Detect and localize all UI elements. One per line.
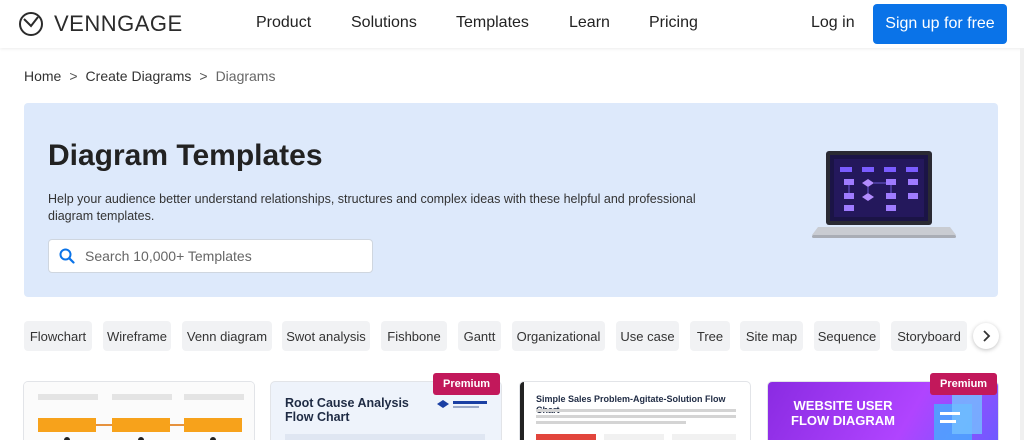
nav-product[interactable]: Product (256, 14, 311, 32)
template-thumbnail (24, 382, 254, 440)
premium-badge: Premium (930, 373, 998, 395)
chip-tree[interactable]: Tree (690, 321, 730, 351)
template-card[interactable] (24, 382, 254, 440)
search-icon (59, 248, 75, 264)
breadcrumb-separator: > (69, 68, 78, 84)
chip-gantt[interactable]: Gantt (458, 321, 501, 351)
search-input[interactable] (85, 248, 345, 264)
breadcrumb: Home > Create Diagrams > Diagrams (24, 68, 275, 84)
page-scrollbar[interactable] (1020, 48, 1024, 440)
premium-badge: Premium (433, 373, 501, 395)
chip-venn-diagram[interactable]: Venn diagram (182, 321, 272, 351)
chip-storyboard[interactable]: Storyboard (891, 321, 967, 351)
template-thumbnail (520, 382, 736, 440)
breadcrumb-create-diagrams[interactable]: Create Diagrams (86, 68, 192, 84)
chip-swot-analysis[interactable]: Swot analysis (282, 321, 370, 351)
chip-wireframe[interactable]: Wireframe (103, 321, 171, 351)
chevron-right-icon (983, 330, 991, 342)
chip-flowchart[interactable]: Flowchart (24, 321, 92, 351)
nav-pricing[interactable]: Pricing (649, 14, 698, 32)
top-nav: VENNGAGE Product Solutions Templates Lea… (0, 0, 1024, 48)
chip-sequence[interactable]: Sequence (814, 321, 880, 351)
nav-templates[interactable]: Templates (456, 14, 529, 32)
login-link[interactable]: Log in (811, 14, 855, 32)
nav-learn[interactable]: Learn (569, 14, 610, 32)
signup-button[interactable]: Sign up for free (873, 4, 1007, 44)
hero-banner: Diagram Templates Help your audience bet… (24, 103, 998, 297)
breadcrumb-separator: > (199, 68, 208, 84)
chip-use-case[interactable]: Use case (616, 321, 679, 351)
page-title: Diagram Templates (48, 139, 323, 172)
chip-site-map[interactable]: Site map (740, 321, 803, 351)
hero-description: Help your audience better understand rel… (48, 192, 696, 223)
laptop-illustration (812, 151, 956, 238)
chip-fishbone[interactable]: Fishbone (381, 321, 447, 351)
breadcrumb-home[interactable]: Home (24, 68, 61, 84)
nav-solutions[interactable]: Solutions (351, 14, 417, 32)
breadcrumb-current: Diagrams (215, 68, 276, 84)
template-card[interactable]: Simple Sales Problem-Agitate-Solution Fl… (520, 382, 750, 440)
chip-organizational[interactable]: Organizational (512, 321, 605, 351)
chips-next-button[interactable] (973, 323, 999, 349)
search-box[interactable] (48, 239, 373, 273)
